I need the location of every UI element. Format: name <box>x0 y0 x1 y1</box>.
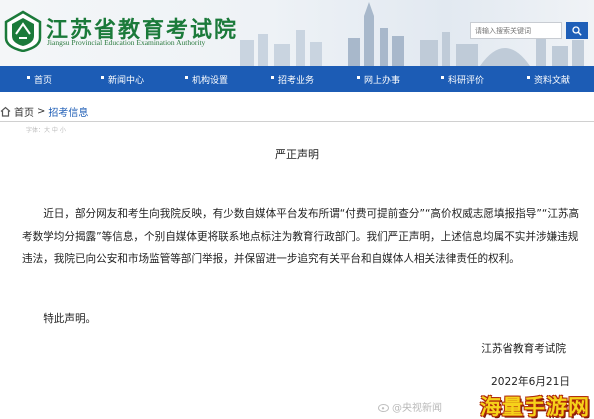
nav-bullet <box>271 75 274 79</box>
main-nav: 首页 新闻中心 机构设置 招考业务 网上办事 科研评价 资料文献 <box>0 66 594 92</box>
site-header: 江苏省教育考试院 Jiangsu Provincial Education Ex… <box>0 0 594 66</box>
nav-item-news[interactable]: 新闻中心 <box>101 73 144 86</box>
nav-item-organization[interactable]: 机构设置 <box>185 73 228 86</box>
site-subtitle: Jiangsu Provincial Education Examination… <box>47 38 206 47</box>
search-button[interactable] <box>566 22 588 39</box>
nav-bullet <box>527 75 530 79</box>
home-icon <box>0 106 11 117</box>
weibo-watermark-text: @央视新闻 <box>392 403 442 414</box>
nav-bullet <box>357 75 360 79</box>
signature-organization: 江苏省教育考试院 <box>481 343 566 355</box>
breadcrumb: 首页 > 招考信息 <box>0 104 88 119</box>
weibo-icon <box>378 403 389 412</box>
school-emblem-icon <box>4 10 42 52</box>
breadcrumb-current-link[interactable]: 招考信息 <box>48 104 88 119</box>
font-size-control[interactable]: 字体：大 中 小 <box>26 125 66 134</box>
nav-bullet <box>27 75 30 79</box>
signature-date: 2022年6月21日 <box>491 376 570 388</box>
nav-item-research[interactable]: 科研评价 <box>441 73 484 86</box>
nav-item-home[interactable]: 首页 <box>27 73 52 86</box>
search-icon <box>572 25 582 36</box>
nav-bullet <box>441 75 444 79</box>
nav-item-exams[interactable]: 招考业务 <box>271 73 314 86</box>
article-title: 严正声明 <box>275 148 319 161</box>
brand-watermark: 海量手游网 <box>480 395 590 419</box>
weibo-watermark: @央视新闻 <box>378 399 442 414</box>
breadcrumb-separator: > <box>37 105 46 117</box>
nav-item-online-services[interactable]: 网上办事 <box>357 73 400 86</box>
search-input[interactable] <box>470 22 562 39</box>
article-paragraph: 近日，部分网友和考生向我院反映，有少数自媒体平台发布所谓“付费可提前查分”“高价… <box>22 208 580 265</box>
breadcrumb-divider <box>0 121 594 122</box>
nav-bullet <box>185 75 188 79</box>
breadcrumb-home-link[interactable]: 首页 <box>14 104 34 119</box>
nav-item-documents[interactable]: 资料文献 <box>527 73 570 86</box>
article-paragraph: 特此声明。 <box>43 313 97 325</box>
nav-bullet <box>101 75 104 79</box>
